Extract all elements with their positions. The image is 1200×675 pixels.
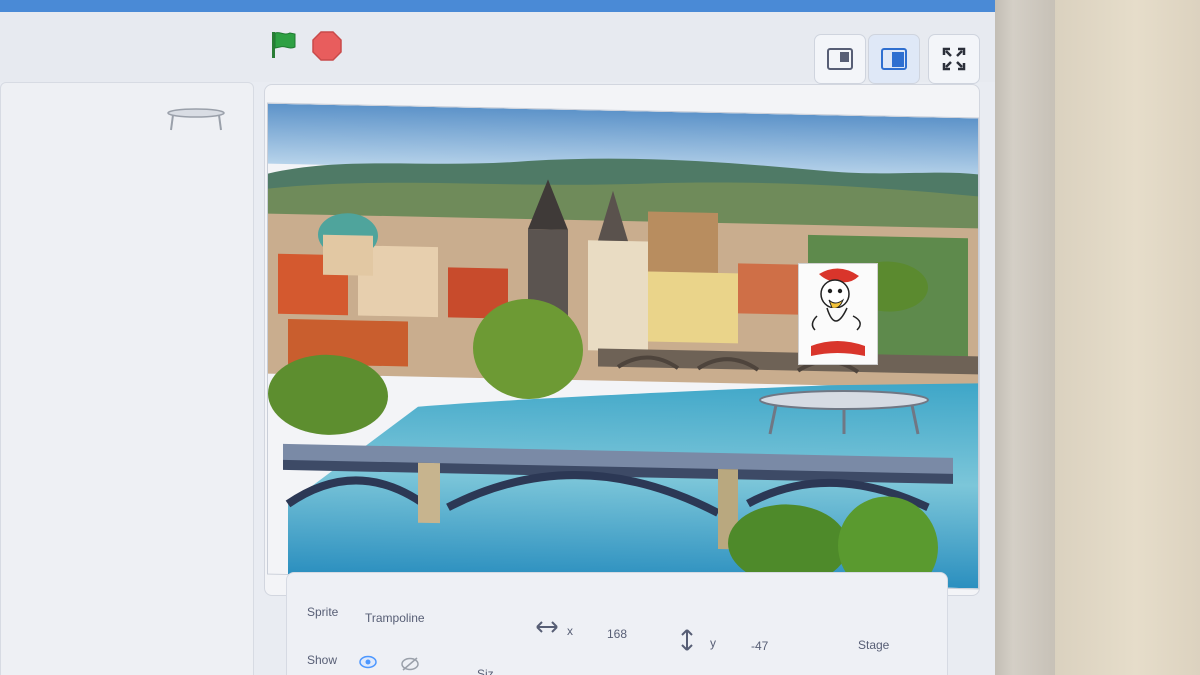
stop-sign-icon[interactable] — [312, 31, 342, 61]
show-label: Show — [307, 653, 338, 667]
sprite-info-panel: Sprite Trampoline x 168 y -47 Show Siz — [286, 572, 948, 675]
show-visible-eye-icon[interactable] — [359, 655, 377, 669]
x-field[interactable]: 168 — [607, 627, 627, 641]
monitor-bezel — [985, 0, 1055, 675]
normal-stage-icon — [881, 48, 907, 70]
stage-label: Stage — [858, 638, 890, 652]
x-label: x — [567, 624, 573, 638]
parrot-sprite-icon — [811, 268, 865, 356]
horizontal-arrows-icon — [536, 621, 558, 633]
fullscreen-icon — [942, 47, 966, 71]
parrot-sprite[interactable] — [798, 263, 878, 365]
fullscreen-button[interactable] — [928, 34, 980, 84]
sprite-name-field[interactable]: Trampoline — [365, 611, 425, 625]
hide-eye-icon[interactable] — [401, 657, 419, 671]
green-flag-icon[interactable] — [268, 30, 298, 60]
scratch-editor: Sprite Trampoline x 168 y -47 Show Siz S… — [0, 0, 995, 675]
trampoline-sprite[interactable] — [756, 388, 932, 440]
stage-toolbar — [0, 12, 995, 84]
vertical-arrows-icon — [681, 629, 693, 651]
small-stage-icon — [827, 48, 853, 70]
menu-bar — [0, 0, 995, 12]
y-field[interactable]: -47 — [751, 639, 768, 653]
blocks-area[interactable] — [0, 82, 254, 675]
sprite-label: Sprite — [307, 605, 339, 619]
trampoline-thumbnail — [167, 108, 225, 131]
size-label: Siz — [477, 667, 494, 675]
y-label: y — [710, 636, 716, 650]
small-stage-button[interactable] — [814, 34, 866, 84]
normal-stage-button[interactable] — [868, 34, 920, 84]
background-wall — [1040, 0, 1200, 675]
